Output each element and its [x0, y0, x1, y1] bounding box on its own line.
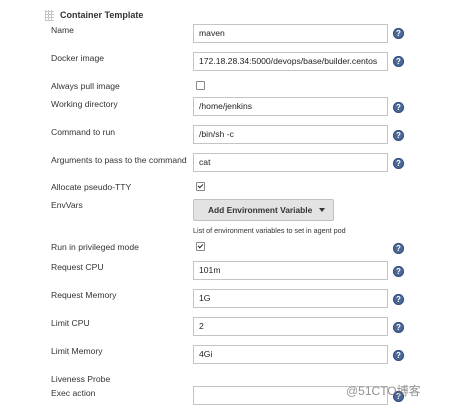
tty-label: Allocate pseudo-TTY	[51, 182, 132, 192]
name-help-icon[interactable]: ?	[393, 28, 404, 39]
drag-handle-icon[interactable]	[45, 10, 54, 21]
name-label: Name	[51, 25, 74, 35]
add-environment-variable-label: Add Environment Variable	[208, 205, 313, 215]
command-help-icon[interactable]: ?	[393, 130, 404, 141]
limit-cpu-input[interactable]: 2	[193, 317, 388, 336]
always-pull-checkbox[interactable]	[196, 81, 205, 90]
arguments-label: Arguments to pass to the command	[51, 155, 187, 165]
arguments-input[interactable]: cat	[193, 153, 388, 172]
request-cpu-label: Request CPU	[51, 262, 104, 272]
privileged-help-icon[interactable]: ?	[393, 243, 404, 254]
limit-memory-help-icon[interactable]: ?	[393, 350, 404, 361]
exec-action-label: Exec action	[51, 388, 96, 398]
privileged-label: Run in privileged mode	[51, 242, 139, 252]
add-environment-variable-button[interactable]: Add Environment Variable	[193, 199, 334, 221]
working-directory-label: Working directory	[51, 99, 118, 109]
limit-memory-label: Limit Memory	[51, 346, 103, 356]
limit-cpu-label: Limit CPU	[51, 318, 90, 328]
name-input[interactable]: maven	[193, 24, 388, 43]
request-memory-label: Request Memory	[51, 290, 117, 300]
command-label: Command to run	[51, 127, 116, 137]
request-cpu-help-icon[interactable]: ?	[393, 266, 404, 277]
arguments-help-icon[interactable]: ?	[393, 158, 404, 169]
caret-down-icon	[319, 208, 325, 212]
privileged-checkbox[interactable]	[196, 242, 205, 251]
docker-image-input[interactable]: 172.18.28.34:5000/devops/base/builder.ce…	[193, 52, 388, 71]
request-memory-input[interactable]: 1G	[193, 289, 388, 308]
limit-memory-input[interactable]: 4Gi	[193, 345, 388, 364]
liveness-probe-label: Liveness Probe	[51, 374, 111, 384]
limit-cpu-help-icon[interactable]: ?	[393, 322, 404, 333]
docker-image-label: Docker image	[51, 53, 105, 63]
tty-checkbox[interactable]	[196, 182, 205, 191]
command-input[interactable]: /bin/sh -c	[193, 125, 388, 144]
docker-image-help-icon[interactable]: ?	[393, 56, 404, 67]
request-cpu-input[interactable]: 101m	[193, 261, 388, 280]
envvars-label: EnvVars	[51, 200, 83, 210]
envvars-hint: List of environment variables to set in …	[193, 226, 346, 235]
watermark: @51CTO博客	[346, 384, 421, 398]
working-directory-input[interactable]: /home/jenkins	[193, 97, 388, 116]
section-title: Container Template	[60, 10, 144, 20]
request-memory-help-icon[interactable]: ?	[393, 294, 404, 305]
working-directory-help-icon[interactable]: ?	[393, 102, 404, 113]
always-pull-label: Always pull image	[51, 81, 120, 91]
